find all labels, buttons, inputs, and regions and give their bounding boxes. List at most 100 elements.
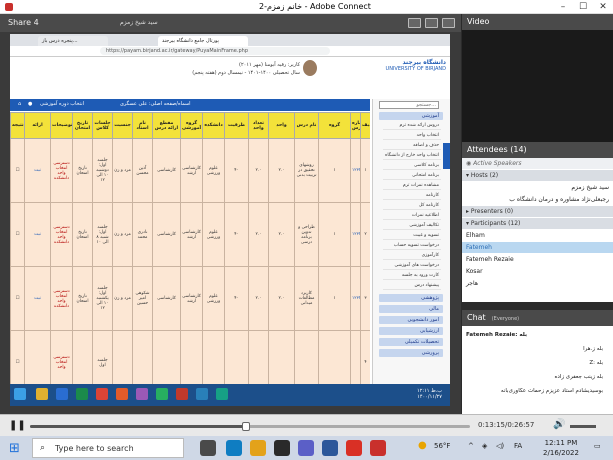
excel-icon[interactable]: [76, 388, 88, 400]
folder-icon[interactable]: [36, 388, 48, 400]
attendee-row[interactable]: Fatemeh Rezaie: [462, 254, 613, 265]
chrome-icon[interactable]: [96, 388, 108, 400]
attendee-row[interactable]: Kosar: [462, 266, 613, 277]
teams-icon[interactable]: [298, 440, 314, 456]
browser-tab[interactable]: پورتال جامع دانشگاه بیرجند: [158, 36, 248, 46]
playback-handle[interactable]: [241, 422, 250, 431]
menu-item[interactable]: درخواست تسویه حساب: [383, 242, 441, 250]
pause-icon[interactable]: ❚❚: [9, 420, 26, 431]
menu-section[interactable]: امور دانشجویی: [379, 316, 443, 324]
app-icon[interactable]: [216, 388, 228, 400]
store-icon[interactable]: [274, 440, 290, 456]
participants-group-header[interactable]: ▾ Participants (12): [462, 218, 613, 229]
chat-scope[interactable]: (Everyone): [492, 316, 519, 322]
weather-icon[interactable]: ●: [418, 440, 427, 451]
register-link[interactable]: ثبت: [24, 266, 51, 331]
select-checkbox[interactable]: ☐: [10, 202, 25, 267]
menu-item[interactable]: اطلاعیه نمرات: [383, 212, 441, 220]
app-icon[interactable]: [156, 388, 168, 400]
menu-item[interactable]: انتخاب واحد خارج از دانشگاه: [383, 152, 441, 160]
weather-temp[interactable]: 56°F: [434, 442, 450, 450]
menu-item[interactable]: دروس ارائه شده ترم: [383, 122, 441, 130]
bell-icon[interactable]: ●: [28, 101, 32, 107]
attendee-row-selected[interactable]: Fatemeh: [462, 242, 613, 253]
volume-icon[interactable]: ◁): [496, 442, 504, 450]
playback-scrubber[interactable]: [30, 422, 470, 431]
menu-tab-handle[interactable]: [443, 143, 450, 169]
row-code[interactable]: ۱۲۳۴۶: [350, 202, 361, 267]
app-icon[interactable]: [176, 388, 188, 400]
fullscreen-icon[interactable]: [408, 18, 421, 28]
row-units: ۲.۰: [268, 266, 295, 331]
menu-section[interactable]: تحصیلات تکمیلی: [379, 338, 443, 346]
app-icon[interactable]: [196, 388, 208, 400]
menu-item[interactable]: حذف و اضافه: [383, 142, 441, 150]
tray-chevron-icon[interactable]: ^: [468, 442, 474, 450]
row-gender: مرد و زن: [112, 266, 133, 331]
minimize-button[interactable]: –: [553, 1, 573, 13]
menu-item[interactable]: تسویه و غیبت: [383, 232, 441, 240]
menu-item[interactable]: مشاهده نمرات ترم: [383, 182, 441, 190]
register-link[interactable]: ثبت: [24, 138, 51, 203]
task-view-icon[interactable]: [200, 440, 216, 456]
menu-item[interactable]: انتخاب واحد: [383, 132, 441, 140]
language-indicator[interactable]: FA: [514, 442, 522, 450]
select-checkbox[interactable]: ☐: [10, 138, 25, 203]
menu-section[interactable]: پژوهشی: [379, 294, 443, 302]
home-link[interactable]: اسماه/صفحه اصلی: علی عسگری: [120, 101, 191, 107]
menu-item[interactable]: درخواست های آموزشی: [383, 262, 441, 270]
attendee-row[interactable]: رجبعلی‌نژاد مشاوره و درمان دانشگاه ب: [462, 194, 613, 205]
menu-section[interactable]: ارزشیابی: [379, 327, 443, 335]
menu-item[interactable]: کارنامه: [383, 192, 441, 200]
volume-slider[interactable]: [570, 425, 596, 428]
chrome-icon[interactable]: [346, 440, 362, 456]
fit-width-icon[interactable]: [425, 18, 438, 28]
row-code[interactable]: ۱۲۳۴۷: [350, 266, 361, 331]
taskbar-search-input[interactable]: ⌕ Type here to search: [32, 438, 184, 458]
firefox-icon[interactable]: [116, 388, 128, 400]
row-teacher: شکوهی امیر حسین: [132, 266, 153, 331]
select-checkbox[interactable]: ☐: [10, 266, 25, 331]
row-code[interactable]: ۱۲۳۴۵: [350, 138, 361, 203]
url-input[interactable]: https://payam.birjand.ac.ir/gateway/Puya…: [100, 47, 330, 55]
word-icon[interactable]: [56, 388, 68, 400]
register-link[interactable]: ثبت: [24, 202, 51, 267]
app-icon[interactable]: [136, 388, 148, 400]
system-clock[interactable]: 12:11 PM 2/16/2022: [536, 438, 586, 458]
pod-menu-icon[interactable]: [442, 18, 455, 28]
menu-section[interactable]: مالی: [379, 305, 443, 313]
menu-item[interactable]: کارآموزی: [383, 252, 441, 260]
hosts-group-header[interactable]: ▾ Hosts (2): [462, 170, 613, 181]
row-sessions: جلسه اول: دوشنبه ۱۰ الی ۱۲: [92, 138, 113, 203]
file-explorer-icon[interactable]: [250, 440, 266, 456]
home-icon[interactable]: ⌂: [18, 101, 21, 107]
network-icon[interactable]: ◈: [482, 442, 487, 450]
menu-section[interactable]: پرورشی: [379, 349, 443, 357]
presenters-group-header[interactable]: ▸ Presenters (0): [462, 206, 613, 217]
browser-tab[interactable]: پنجره درس باز...: [38, 36, 108, 46]
word-icon[interactable]: [322, 440, 338, 456]
menu-item[interactable]: تکالیف آموزشی: [383, 222, 441, 230]
column-header: گروه آموزشی: [180, 112, 203, 139]
edge-icon[interactable]: [226, 440, 242, 456]
menu-section-education[interactable]: آموزشی: [379, 112, 443, 120]
attendee-row[interactable]: Elham: [462, 230, 613, 241]
notifications-icon[interactable]: ▭: [594, 442, 601, 450]
windows-start-icon[interactable]: ⊞: [9, 441, 20, 456]
volume-icon[interactable]: 🔊: [553, 419, 565, 430]
menu-item[interactable]: کارنامه کل: [383, 202, 441, 210]
menu-item[interactable]: برنامه کلاسی: [383, 162, 441, 170]
attendee-row[interactable]: هاجر: [462, 278, 613, 289]
menu-item[interactable]: برنامه امتحانی: [383, 172, 441, 180]
menu-item[interactable]: کارت ورود به جلسه: [383, 272, 441, 280]
column-header: جنسیت: [112, 112, 133, 139]
close-button[interactable]: ✕: [593, 1, 613, 13]
select-course-link[interactable]: انتخاب دوره آموزشی: [40, 101, 84, 107]
maximize-button[interactable]: ☐: [573, 1, 593, 13]
attendee-row[interactable]: سید شیخ زمزم: [462, 182, 613, 193]
windows-start-icon[interactable]: [14, 388, 26, 400]
adobe-connect-icon[interactable]: [370, 440, 386, 456]
menu-item[interactable]: پیشنهاد درس: [383, 282, 441, 290]
column-header: ردیف: [360, 112, 370, 139]
menu-search-input[interactable]: جستجو...: [379, 101, 439, 109]
